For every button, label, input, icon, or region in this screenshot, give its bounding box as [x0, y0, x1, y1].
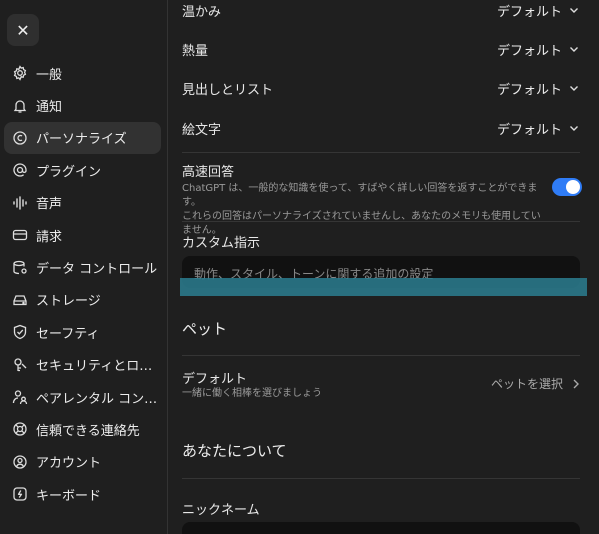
settings-sidebar: ✕ 一般 通知 パーソナライズ プラグイン 音声 請求 データ コントロール ス… [0, 0, 168, 534]
fast-answer-desc-line: ChatGPT は、一般的な知識を使って、すばやく詳しい回答を返すことができます… [182, 183, 538, 208]
divider [182, 478, 580, 479]
sidebar-item-label: アカウント [36, 456, 102, 472]
enthusiasm-dropdown[interactable]: デフォルト [497, 40, 580, 59]
sidebar-item-personalize[interactable]: パーソナライズ [4, 121, 161, 155]
dropdown-value: デフォルト [496, 82, 562, 98]
headers-lists-dropdown[interactable]: デフォルト [497, 79, 580, 98]
sidebar-item-label: ペアレンタル コントロー... [36, 391, 161, 407]
setting-label: 見出しとリスト [182, 82, 274, 98]
setting-row-headers-lists: 見出しとリスト デフォルト [182, 76, 580, 100]
chevron-down-icon [570, 126, 578, 131]
nickname-label: ニックネーム [182, 503, 260, 518]
parental-icon [12, 389, 28, 405]
setting-label: 温かみ [182, 4, 222, 20]
toggle-knob [566, 180, 580, 194]
bell-icon [12, 98, 28, 114]
sidebar-item-label: プラグイン [36, 164, 102, 180]
close-button[interactable]: ✕ [7, 14, 39, 46]
dropdown-value: デフォルト [496, 43, 562, 59]
sidebar-item-label: 通知 [36, 100, 63, 116]
database-icon [12, 260, 28, 276]
lifebuoy-icon [12, 421, 28, 437]
personalize-icon [12, 130, 28, 146]
emoji-dropdown[interactable]: デフォルト [497, 119, 580, 138]
settings-nav: 一般 通知 パーソナライズ プラグイン 音声 請求 データ コントロール ストレ… [4, 57, 161, 510]
divider [182, 221, 580, 222]
gear-icon [12, 65, 28, 81]
setting-row-emoji: 絵文字 デフォルト [182, 116, 580, 140]
shield-icon [12, 324, 28, 340]
sidebar-item-label: 信頼できる連絡先 [36, 423, 140, 439]
sidebar-item-trusted-contacts[interactable]: 信頼できる連絡先 [4, 413, 161, 445]
sidebar-item-security-login[interactable]: セキュリティとログイン [4, 349, 161, 381]
warmth-dropdown[interactable]: デフォルト [497, 1, 580, 20]
about-you-title: あなたについて [182, 442, 287, 460]
keyboard-icon [12, 486, 28, 502]
nickname-input[interactable] [182, 522, 580, 534]
setting-label: 絵文字 [182, 122, 222, 138]
sidebar-item-voice[interactable]: 音声 [4, 187, 161, 219]
pet-default-label: デフォルト [182, 372, 248, 387]
sidebar-item-label: 音声 [36, 197, 63, 213]
select-pet-button[interactable]: ペットを選択 [491, 375, 581, 392]
personalize-panel: 温かみ デフォルト 熱量 デフォルト 見出しとリスト デフォルト 絵文字 デフォ… [169, 0, 599, 534]
sidebar-item-label: キーボード [36, 488, 102, 504]
select-pet-label: ペットを選択 [490, 377, 563, 391]
close-icon: ✕ [16, 20, 30, 40]
selection-highlight [180, 278, 587, 296]
setting-label: 熱量 [182, 43, 209, 59]
sidebar-item-plugins[interactable]: プラグイン [4, 154, 161, 186]
sidebar-item-label: ストレージ [36, 294, 101, 310]
divider [182, 152, 580, 153]
sidebar-item-notifications[interactable]: 通知 [4, 89, 161, 121]
sidebar-item-label: セキュリティとログイン [36, 359, 161, 375]
storage-icon [12, 292, 28, 308]
sidebar-item-account[interactable]: アカウント [4, 446, 161, 478]
chevron-down-icon [570, 86, 578, 91]
chevron-down-icon [570, 8, 578, 13]
fast-answer-label: 高速回答 [182, 165, 235, 180]
sidebar-item-general[interactable]: 一般 [4, 57, 161, 89]
dropdown-value: デフォルト [496, 4, 562, 20]
chevron-down-icon [570, 47, 578, 52]
sidebar-item-label: データ コントロール [36, 262, 158, 278]
sidebar-item-label: 請求 [36, 229, 63, 245]
lock-icon [12, 357, 28, 373]
dropdown-value: デフォルト [496, 122, 562, 138]
at-icon [12, 162, 28, 178]
user-icon [12, 454, 28, 470]
fast-answer-toggle[interactable] [552, 178, 582, 196]
pet-section-title: ペット [182, 320, 228, 338]
sidebar-item-parental-controls[interactable]: ペアレンタル コントロー... [4, 381, 161, 413]
card-icon [12, 227, 28, 243]
chevron-right-icon [573, 379, 579, 388]
sidebar-item-label: 一般 [36, 67, 63, 83]
sidebar-item-billing[interactable]: 請求 [4, 219, 161, 251]
setting-row-warmth: 温かみ デフォルト [182, 0, 580, 22]
sidebar-item-label: セーフティ [36, 326, 100, 342]
pet-default-description: 一緒に働く相棒を選びましょう [182, 388, 322, 399]
fast-answer-description: ChatGPT は、一般的な知識を使って、すばやく詳しい回答を返すことができます… [182, 182, 542, 238]
sidebar-item-label: パーソナライズ [36, 132, 127, 148]
sidebar-item-keyboard[interactable]: キーボード [4, 478, 161, 510]
sidebar-item-storage[interactable]: ストレージ [4, 284, 161, 316]
sidebar-item-safety[interactable]: セーフティ [4, 316, 161, 348]
divider [182, 355, 580, 356]
custom-instructions-title: カスタム指示 [182, 236, 261, 251]
setting-row-enthusiasm: 熱量 デフォルト [182, 37, 580, 61]
sidebar-item-data-controls[interactable]: データ コントロール [4, 251, 161, 283]
waveform-icon [12, 195, 28, 211]
